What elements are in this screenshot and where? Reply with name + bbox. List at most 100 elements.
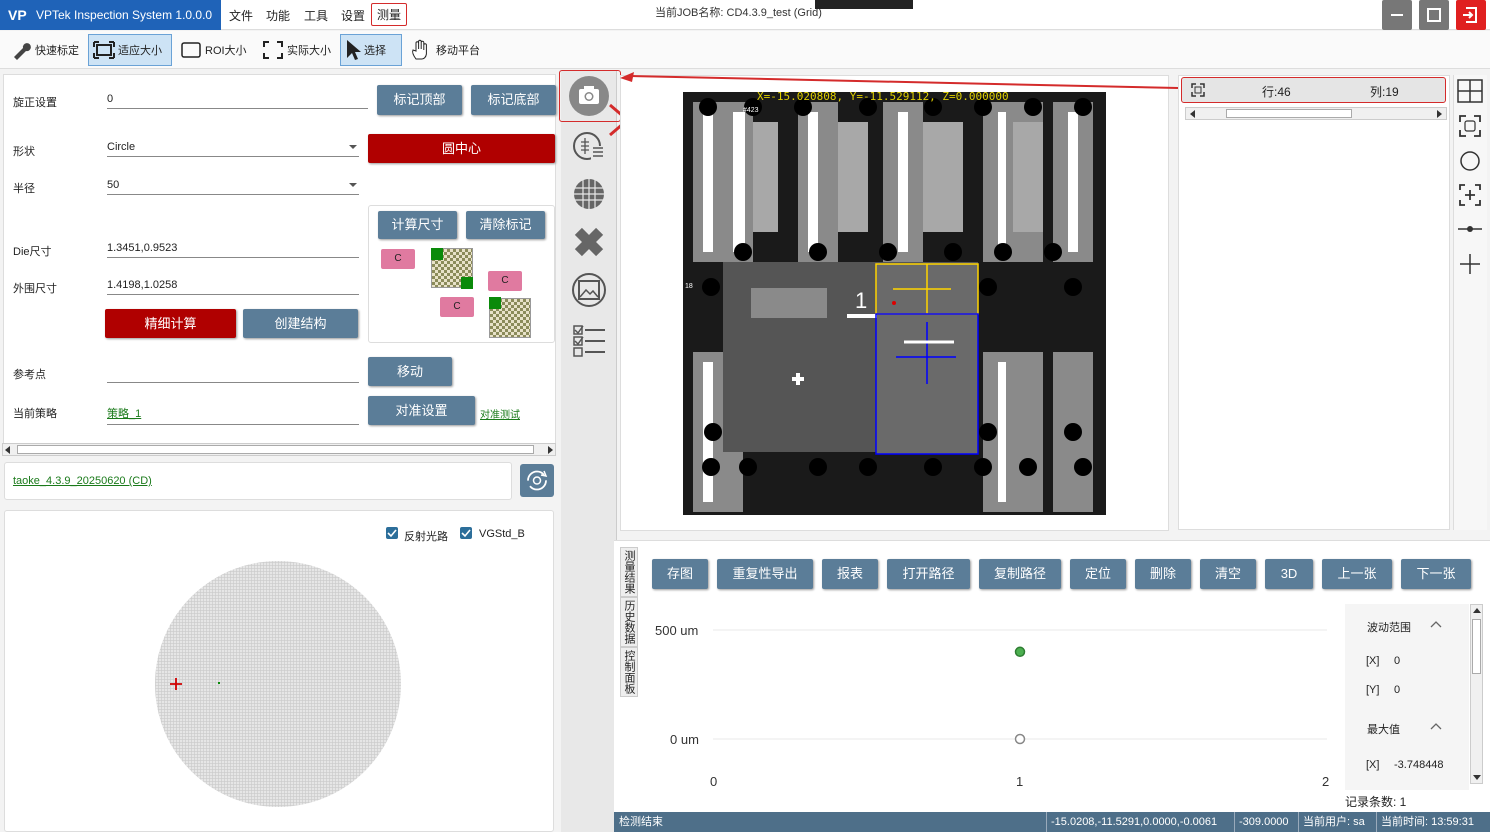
locate-button[interactable]: 定位 [1070,559,1126,589]
next-button[interactable]: 下一张 [1401,559,1471,589]
scroll-thumb[interactable] [17,445,534,454]
scroll-thumb[interactable] [1472,619,1481,674]
quick-calibrate-button[interactable]: 快速标定 [6,34,83,66]
create-structure-button[interactable]: 创建结构 [243,309,358,338]
center-target-icon[interactable] [1458,183,1482,207]
expand-icon [263,41,283,59]
max-title: 最大值 [1367,724,1400,736]
scroll-down-icon[interactable] [1473,775,1481,780]
row-col-bar: 行:46 列:19 [1181,77,1446,103]
strategy-input[interactable]: 策略_1 [107,405,359,425]
align-settings-button[interactable]: 对准设置 [368,396,475,425]
menu-measure[interactable]: 测量 [371,3,408,26]
app-title: VP VPTek Inspection System 1.0.0.0 [0,0,221,30]
outer-size-label: 外围尺寸 [13,283,57,295]
record-count: 记录条数: 1 [1345,795,1407,809]
wafer-map[interactable] [150,560,410,810]
die-number: 1 [855,288,867,313]
3d-button[interactable]: 3D [1265,559,1313,589]
move-button[interactable]: 移动 [368,357,452,386]
cursor-icon [347,40,361,60]
zoom-fit-icon[interactable] [1458,114,1482,138]
delete-button[interactable]: 删除 [1135,559,1191,589]
ref-point-label: 参考点 [13,369,46,381]
xtick-2: 2 [1322,774,1329,789]
chevron-up-icon[interactable] [1430,619,1442,629]
rotate-label: 旋正设置 [13,97,57,109]
scroll-left-icon[interactable] [1190,110,1195,118]
align-test-link[interactable]: 对准测试 [480,406,520,421]
repeat-export-button[interactable]: 重复性导出 [717,559,813,589]
outer-size-input[interactable]: 1.4198,1.0258 [107,279,359,295]
calc-size-button[interactable]: 计算尺寸 [378,211,457,239]
scroll-right-icon[interactable] [1437,110,1442,118]
scroll-left-icon[interactable] [5,446,10,454]
stats-scrollbar[interactable] [1470,604,1483,784]
report-button[interactable]: 报表 [822,559,878,589]
mark-bottom-button[interactable]: 标记底部 [471,85,556,115]
previous-button[interactable]: 上一张 [1322,559,1392,589]
reflect-checkbox[interactable] [386,527,398,539]
maximize-button[interactable] [1419,0,1449,30]
menu-function[interactable]: 功能 [266,7,290,24]
range-x-label: [X] [1366,655,1380,667]
clear-button[interactable]: 清空 [1200,559,1256,589]
anchor-point [489,297,501,309]
range-y-value: 0 [1394,684,1401,696]
status-bar: 检测结束 -15.0208,-11.5291,0.0000,-0.0061 -3… [614,812,1490,832]
tab-history[interactable]: 历史数据 [620,597,638,647]
circle-icon[interactable] [1458,149,1482,173]
tab-results[interactable]: 测量结果 [620,547,638,597]
actual-size-button[interactable]: 实际大小 [258,34,335,66]
status-message: 检测结束 [619,816,663,828]
roi-size-button[interactable]: ROI大小 [176,34,251,66]
die-size-input[interactable]: 1.3451,0.9523 [107,242,359,258]
rotate-input[interactable]: 0 [107,93,368,109]
roi-icon [181,42,201,58]
move-stage-button[interactable]: 移动平台 [405,34,484,66]
scroll-up-icon[interactable] [1473,608,1481,613]
preview-scrollbar[interactable] [1185,107,1447,120]
left-scrollbar[interactable] [2,443,556,456]
crosshair-icon[interactable] [1458,252,1482,276]
menu-settings[interactable]: 设置 [341,7,365,24]
max-x-label: [X] [1366,759,1380,771]
checklist-icon[interactable] [571,322,607,358]
refresh-button[interactable] [520,464,554,497]
fit-icon[interactable] [1190,82,1206,98]
open-path-button[interactable]: 打开路径 [887,559,970,589]
grid-target-icon[interactable] [571,128,607,164]
scroll-right-icon[interactable] [548,446,553,454]
fine-calc-button[interactable]: 精细计算 [105,309,236,338]
radius-select[interactable]: 50 [107,179,359,195]
menu-file[interactable]: 文件 [229,7,253,24]
wafer-grid-icon[interactable] [571,176,607,212]
image-icon[interactable] [571,272,607,308]
tab-control[interactable]: 控制面板 [620,647,638,697]
menu-tools[interactable]: 工具 [304,7,328,24]
mark-top-button[interactable]: 标记顶部 [377,85,462,115]
chevron-up-icon[interactable] [1430,721,1442,731]
select-button[interactable]: 选择 [340,34,402,66]
minimize-button[interactable] [1382,0,1412,30]
scroll-thumb[interactable] [1226,109,1352,118]
circle-center-button[interactable]: 圆中心 [368,134,555,163]
fit-icon [93,41,115,59]
svg-text:18: 18 [685,283,693,290]
split-view-icon[interactable] [1456,78,1484,104]
recipe-link[interactable]: taoke_4.3.9_20250620 (CD) [13,475,152,487]
die-image[interactable]: 1 #423 18 X=-15.020808, Y=-11.529112, Z=… [683,92,1106,515]
ruler-icon[interactable] [571,224,607,260]
line-point-icon[interactable] [1456,220,1484,238]
save-image-button[interactable]: 存图 [652,559,708,589]
fit-size-button[interactable]: 适应大小 [88,34,172,66]
camera-button[interactable] [569,76,609,116]
copy-path-button[interactable]: 复制路径 [979,559,1061,589]
hand-icon [412,39,427,60]
vgstd-checkbox[interactable] [460,527,472,539]
data-point [1014,733,1026,745]
ref-point-input[interactable] [107,366,359,383]
clear-mark-button[interactable]: 清除标记 [466,211,545,239]
exit-button[interactable] [1456,0,1486,30]
shape-select[interactable]: Circle [107,141,359,157]
